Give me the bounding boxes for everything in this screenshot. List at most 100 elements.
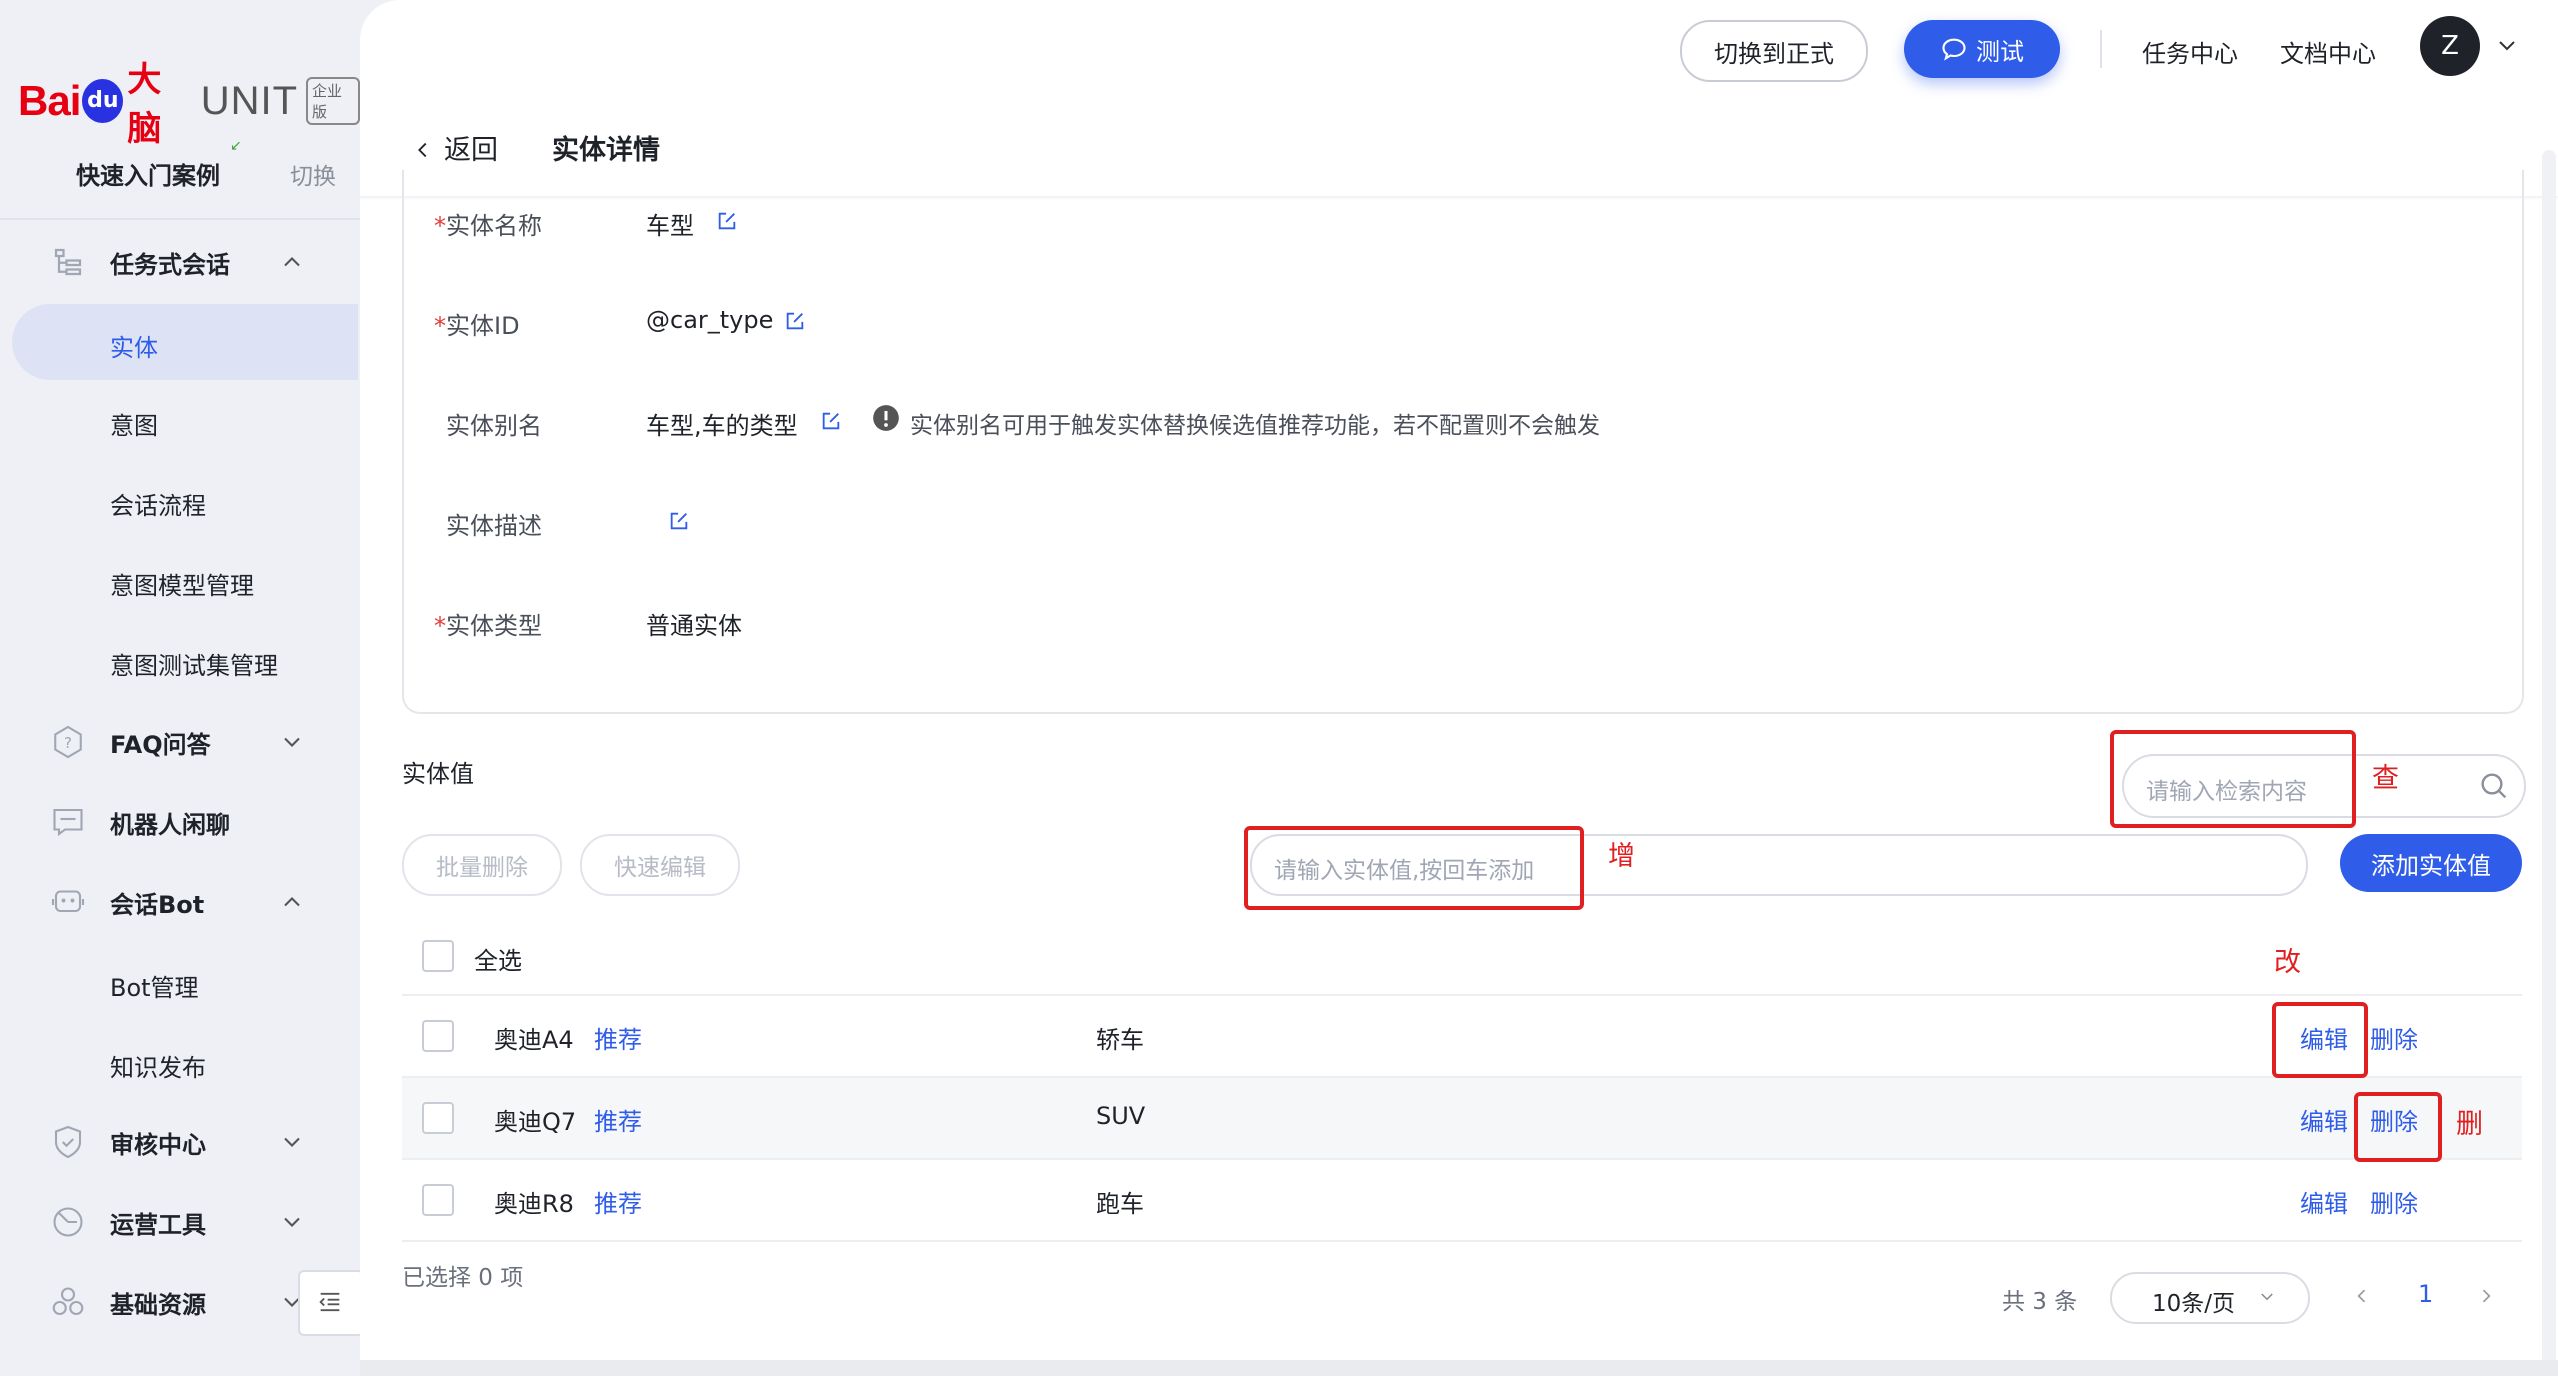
row-checkbox[interactable] [422,1102,454,1134]
test-button[interactable]: 测试 [1904,20,2060,78]
add-entity-value-button[interactable]: 添加实体值 [2340,834,2522,892]
edit-link[interactable]: 编辑 [2300,1184,2348,1219]
next-page-icon[interactable] [2476,1286,2496,1306]
project-link-icon: ↙ [230,138,242,154]
entity-desc-label: 实体描述 [446,512,542,540]
entity-value-name: 奥迪R8 [494,1190,574,1218]
entity-value-name: 奥迪A4 [494,1026,574,1054]
recommend-link[interactable]: 推荐 [594,1102,642,1137]
project-switch-link[interactable]: 切换 [290,157,336,191]
svg-text:?: ? [64,734,72,752]
nav-ops-tools[interactable]: 运营工具 [0,1184,344,1260]
select-all-label: 全选 [474,947,522,975]
ops-tools-icon [53,1207,83,1237]
quick-edit-button[interactable]: 快速编辑 [580,834,740,896]
edit-icon[interactable] [784,310,806,332]
chevron-up-icon [284,897,300,907]
nav-chitchat[interactable]: 机器人闲聊 [0,784,344,860]
switch-to-formal-button[interactable]: 切换到正式 [1680,20,1868,82]
nav-base-resources[interactable]: 基础资源 [0,1264,344,1340]
search-icon[interactable] [2478,770,2510,802]
horizontal-scrollbar[interactable] [360,1360,2558,1376]
back-link[interactable]: 返回 [412,128,498,167]
page-size-select[interactable]: 10条/页 [2110,1272,2310,1324]
task-center-link[interactable]: 任务中心 [2142,34,2238,69]
batch-delete-button[interactable]: 批量删除 [402,834,562,896]
nav-dialog-bot-label: 会话Bot [110,890,205,919]
collapse-sidebar-button[interactable] [298,1270,364,1336]
nav-intent-model[interactable]: 意图模型管理 [0,542,344,618]
nav-entity-label: 实体 [110,334,158,362]
logo-danao: 大脑 [127,60,162,149]
selected-count: 已选择 0 项 [402,1265,524,1291]
required-mark: * [434,612,446,640]
recommend-link[interactable]: 推荐 [594,1020,642,1055]
nav-bot-manage[interactable]: Bot管理 [0,944,344,1020]
table-row: 奥迪A4 推荐 轿车 编辑 删除 [402,996,2522,1078]
project-name: 快速入门案例 [76,162,220,190]
entity-value-synonym: SUV [1096,1102,1146,1130]
chevron-down-icon [284,737,300,747]
chevron-down-icon[interactable] [2494,34,2520,58]
switch-to-formal-label: 切换到正式 [1714,39,1834,68]
entity-id-label-text: 实体ID [446,312,520,340]
chat-bubble-icon [53,808,83,837]
edit-link[interactable]: 编辑 [2300,1102,2348,1137]
row-checkbox[interactable] [422,1184,454,1216]
entity-value-synonym: 轿车 [1096,1026,1144,1054]
chevron-up-icon [284,257,300,267]
nav-entity[interactable]: 实体 [12,304,358,380]
user-avatar[interactable]: Z [2420,16,2480,76]
page-title: 实体详情 [552,135,660,166]
edit-icon[interactable] [820,410,842,432]
nav-ops-tools-label: 运营工具 [110,1210,206,1239]
nav-knowledge-publish[interactable]: 知识发布 [0,1024,344,1100]
nav-intent[interactable]: 意图 [0,382,344,458]
entity-type-value: 普通实体 [646,612,742,640]
entity-info-card: *实体名称 车型 *实体ID @car_type 实体别名 车型,车的类型 实体… [402,170,2524,714]
entity-value-name: 奥迪Q7 [494,1108,577,1136]
logo-paw: du [82,79,124,123]
table-row: 奥迪Q7 推荐 SUV 编辑 删除 [402,1078,2522,1160]
nav-review-center[interactable]: 审核中心 [0,1104,344,1180]
edit-icon[interactable] [668,510,690,532]
select-all-checkbox[interactable] [422,940,454,972]
required-mark: * [434,312,446,340]
row-checkbox[interactable] [422,1020,454,1052]
logo-unit: UNIT [200,78,299,123]
entity-alias-label: 实体别名 [446,412,542,440]
delete-link[interactable]: 删除 [2370,1020,2418,1055]
back-label: 返回 [444,135,498,166]
delete-annotation-label: 删 [2456,1109,2483,1140]
nav-faq-label: FAQ问答 [110,730,211,759]
quick-edit-label: 快速编辑 [614,855,706,881]
vertical-scrollbar[interactable] [2542,150,2556,1370]
nav-dialog-bot[interactable]: 会话Bot [0,864,344,940]
prev-page-icon[interactable] [2352,1286,2372,1306]
page-size-value: 10条/页 [2152,1291,2236,1317]
nav-faq[interactable]: ? FAQ问答 [0,704,344,780]
nav-bot-manage-label: Bot管理 [110,974,199,1002]
entity-values-title: 实体值 [402,760,474,788]
nav-chitchat-label: 机器人闲聊 [110,810,230,839]
topbar-divider [2100,30,2102,68]
doc-center-link[interactable]: 文档中心 [2280,34,2376,69]
search-annotation-box [2110,730,2356,828]
recommend-link[interactable]: 推荐 [594,1184,642,1219]
logo-bai: Bai [18,77,81,124]
total-count: 共 3 条 [2002,1289,2078,1315]
entity-name-label-text: 实体名称 [446,212,542,240]
baidu-unit-logo[interactable]: Bai du 大脑 UNIT 企业版 [18,52,360,150]
add-annotation-label: 增 [1608,841,1635,872]
edit-icon[interactable] [716,210,738,232]
nav-dialog-flow[interactable]: 会话流程 [0,462,344,538]
delete-link[interactable]: 删除 [2370,1184,2418,1219]
page-number[interactable]: 1 [2418,1280,2433,1308]
chevron-down-icon [284,1217,300,1227]
nav-review-center-label: 审核中心 [110,1130,206,1159]
nav-task-dialog[interactable]: 任务式会话 [0,224,344,300]
chat-icon [1942,38,1966,61]
entity-type-label-text: 实体类型 [446,612,542,640]
nav-intent-testset[interactable]: 意图测试集管理 [0,622,344,698]
table-header: 全选 [402,924,2522,996]
